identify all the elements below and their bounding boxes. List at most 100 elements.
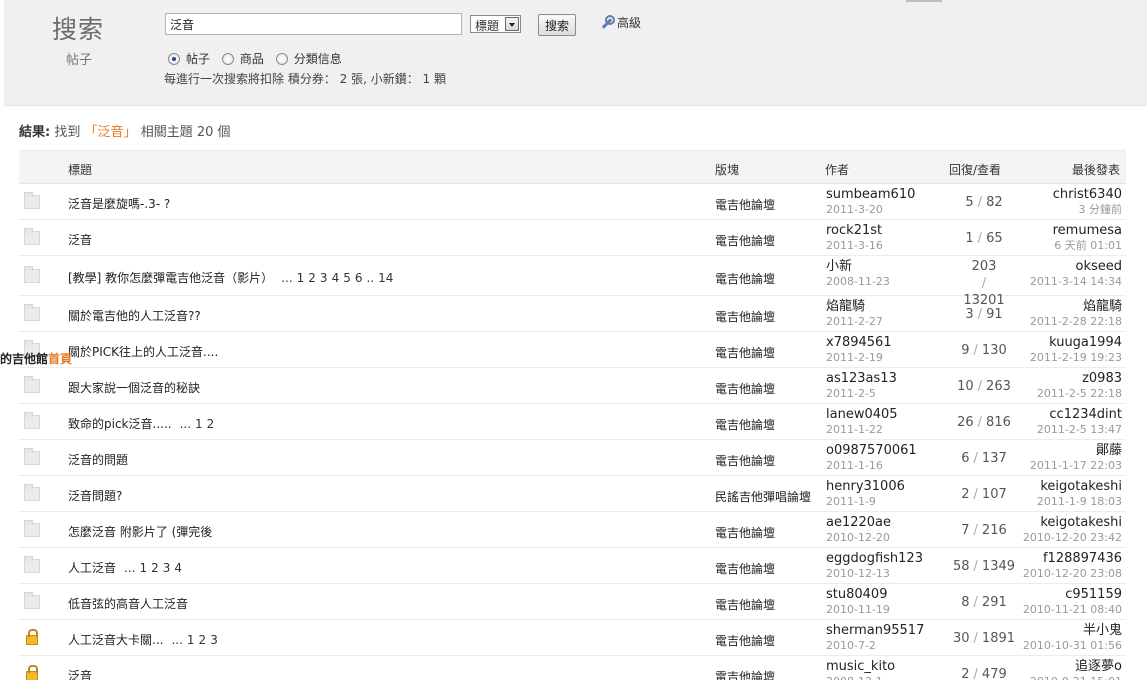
last-post-time[interactable]: 3 分鐘前 bbox=[1053, 203, 1123, 216]
last-post-time[interactable]: 6 天前 01:01 bbox=[1053, 239, 1122, 252]
results-table: 標題 版塊 作者 回復/查看 最後發表 泛音是麼旋嗎-.3- ? 電吉他論壇 sum… bbox=[19, 150, 1126, 680]
author-link[interactable]: sumbeam610 bbox=[826, 187, 915, 203]
last-post-time[interactable]: 2011-3-14 14:34 bbox=[1030, 275, 1122, 288]
advanced-search-link[interactable]: 高級 bbox=[600, 14, 641, 30]
radio-button[interactable] bbox=[221, 53, 234, 65]
last-author-link[interactable]: f128897436 bbox=[1023, 551, 1122, 567]
radio-products[interactable]: 商品 bbox=[221, 50, 264, 67]
page-link[interactable]: 3 bbox=[320, 271, 328, 285]
last-author-link[interactable]: 焰龍騎 bbox=[1030, 299, 1122, 315]
author-link[interactable]: 小新 bbox=[826, 259, 890, 275]
thread-title-link[interactable]: 人工泛音大卡關... bbox=[68, 633, 163, 647]
author-link[interactable]: eggdogfish123 bbox=[826, 551, 923, 567]
forum-link[interactable]: 電吉他論壇 bbox=[715, 232, 775, 249]
thread-title-link[interactable]: 關於電吉他的人工泛音?? bbox=[68, 309, 201, 323]
thread-title-link[interactable]: 泛音是麼旋嗎-.3- ? bbox=[68, 197, 170, 211]
thread-title-link[interactable]: 泛音的問題 bbox=[68, 453, 128, 467]
thread-title-link[interactable]: 低音弦的高音人工泛音 bbox=[68, 597, 188, 611]
page-link[interactable]: 1 bbox=[297, 271, 305, 285]
page-link[interactable]: 1 bbox=[187, 633, 195, 647]
thread-title-link[interactable]: [教學] 教你怎麼彈電吉他泛音（影片） bbox=[68, 271, 273, 285]
author-link[interactable]: rock21st bbox=[826, 223, 883, 239]
last-author-link[interactable]: z0983 bbox=[1037, 371, 1122, 387]
radio-button[interactable] bbox=[275, 53, 288, 65]
author-link[interactable]: as123as13 bbox=[826, 371, 897, 387]
last-author-link[interactable]: 追逐夢o bbox=[1030, 659, 1122, 675]
thread-title-link[interactable]: 怎麼泛音 附影片了 (彈完後 bbox=[68, 525, 212, 539]
page-link[interactable]: 2 bbox=[207, 417, 215, 431]
last-author-link[interactable]: remumesa bbox=[1053, 223, 1122, 239]
forum-link[interactable]: 電吉他論壇 bbox=[715, 416, 775, 433]
radio-button-checked[interactable] bbox=[168, 53, 180, 65]
forum-link[interactable]: 電吉他論壇 bbox=[715, 196, 775, 213]
last-post-time[interactable]: 2011-2-5 22:18 bbox=[1037, 387, 1122, 400]
last-author-link[interactable]: kuuga1994 bbox=[1030, 335, 1122, 351]
last-author-link[interactable]: christ6340 bbox=[1053, 187, 1122, 203]
last-author-link[interactable]: cc1234dint bbox=[1037, 407, 1122, 423]
page-link[interactable]: 4 bbox=[174, 561, 182, 575]
chevron-down-icon[interactable] bbox=[505, 17, 519, 31]
last-post-time[interactable]: 2010-9-21 15:01 bbox=[1030, 675, 1122, 680]
last-author-link[interactable]: keigotakeshi bbox=[1037, 479, 1122, 495]
search-type-select[interactable]: 標題 bbox=[470, 15, 521, 33]
forum-link[interactable]: 電吉他論壇 bbox=[715, 380, 775, 397]
last-author-link[interactable]: c951159 bbox=[1023, 587, 1122, 603]
thread-title-link[interactable]: 人工泛音 bbox=[68, 561, 116, 575]
side-home-link[interactable]: 的吉他館首頁 bbox=[0, 350, 72, 367]
forum-link[interactable]: 電吉他論壇 bbox=[715, 452, 775, 469]
last-post-time[interactable]: 2011-2-5 13:47 bbox=[1037, 423, 1122, 436]
page-link[interactable]: 1 bbox=[139, 561, 147, 575]
page-link[interactable]: 1 bbox=[195, 417, 203, 431]
search-button[interactable]: 搜索 bbox=[538, 14, 576, 36]
page-link[interactable]: 2 bbox=[199, 633, 207, 647]
page-link[interactable]: 4 bbox=[332, 271, 340, 285]
last-post-time[interactable]: 2010-12-20 23:42 bbox=[1023, 531, 1122, 544]
forum-link[interactable]: 電吉他論壇 bbox=[715, 596, 775, 613]
forum-link[interactable]: 電吉他論壇 bbox=[715, 270, 775, 287]
author-link[interactable]: 焰龍騎 bbox=[826, 299, 883, 315]
forum-link[interactable]: 電吉他論壇 bbox=[715, 560, 775, 577]
thread-title-link[interactable]: 泛音問題? bbox=[68, 489, 122, 503]
last-post-time[interactable]: 2011-1-9 18:03 bbox=[1037, 495, 1122, 508]
last-author-link[interactable]: keigotakeshi bbox=[1023, 515, 1122, 531]
author-link[interactable]: henry31006 bbox=[826, 479, 905, 495]
last-post-time[interactable]: 2010-11-21 08:40 bbox=[1023, 603, 1122, 616]
forum-link[interactable]: 電吉他論壇 bbox=[715, 308, 775, 325]
author-link[interactable]: ae1220ae bbox=[826, 515, 891, 531]
last-author-link[interactable]: okseed bbox=[1030, 259, 1122, 275]
author-link[interactable]: music_kito bbox=[826, 659, 895, 675]
page-link[interactable]: 3 bbox=[210, 633, 218, 647]
last-post-time[interactable]: 2011-1-17 22:03 bbox=[1030, 459, 1122, 472]
forum-link[interactable]: 電吉他論壇 bbox=[715, 524, 775, 541]
last-post-time[interactable]: 2010-10-31 01:56 bbox=[1023, 639, 1122, 652]
page-link[interactable]: 6 bbox=[355, 271, 363, 285]
search-cost-note: 每進行一次搜索將扣除 積分券： 2 張, 小新鑽： 1 顆 bbox=[164, 72, 446, 86]
last-author-link[interactable]: 半小鬼 bbox=[1023, 623, 1122, 639]
forum-link[interactable]: 民謠吉他彈唱論壇 bbox=[715, 488, 811, 505]
author-link[interactable]: x7894561 bbox=[826, 335, 892, 351]
forum-link[interactable]: 電吉他論壇 bbox=[715, 344, 775, 361]
forum-link[interactable]: 電吉他論壇 bbox=[715, 668, 775, 680]
page-link[interactable]: 2 bbox=[151, 561, 159, 575]
last-author-link[interactable]: 鄖藤 bbox=[1030, 443, 1122, 459]
thread-title-link[interactable]: 跟大家說一個泛音的秘訣 bbox=[68, 381, 200, 395]
thread-title-link[interactable]: 泛音 bbox=[68, 233, 92, 247]
page-link[interactable]: 5 bbox=[343, 271, 351, 285]
search-input[interactable] bbox=[165, 13, 462, 35]
thread-title-link[interactable]: 關於PICK往上的人工泛音.... bbox=[68, 345, 218, 359]
thread-title-link[interactable]: 致命的pick泛音..... bbox=[68, 417, 172, 431]
author-link[interactable]: sherman95517 bbox=[826, 623, 924, 639]
radio-posts[interactable]: 帖子 bbox=[168, 50, 210, 67]
page-link[interactable]: 14 bbox=[378, 271, 393, 285]
author-link[interactable]: stu80409 bbox=[826, 587, 890, 603]
forum-link[interactable]: 電吉他論壇 bbox=[715, 632, 775, 649]
radio-classifieds[interactable]: 分類信息 bbox=[275, 50, 342, 67]
author-link[interactable]: lanew0405 bbox=[826, 407, 898, 423]
thread-title-link[interactable]: 泛音 bbox=[68, 669, 92, 680]
last-post-time[interactable]: 2011-2-19 19:23 bbox=[1030, 351, 1122, 364]
page-link[interactable]: 2 bbox=[308, 271, 316, 285]
last-post-time[interactable]: 2010-12-20 23:08 bbox=[1023, 567, 1122, 580]
page-link[interactable]: 3 bbox=[163, 561, 171, 575]
author-link[interactable]: o0987570061 bbox=[826, 443, 917, 459]
last-post-time[interactable]: 2011-2-28 22:18 bbox=[1030, 315, 1122, 328]
